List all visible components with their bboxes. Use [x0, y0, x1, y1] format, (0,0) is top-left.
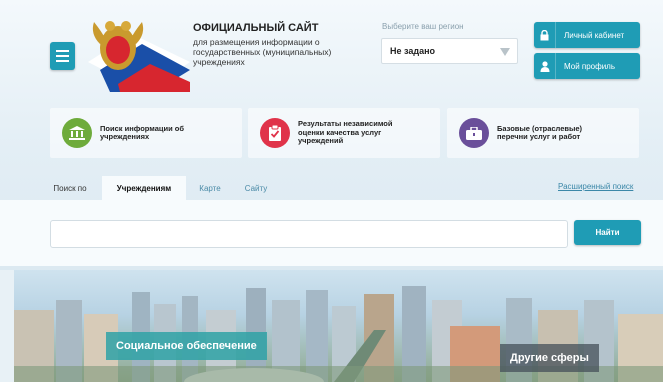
card-institution-search[interactable]: Поиск информации об учреждениях [50, 108, 242, 158]
card-label: Базовые (отраслевые) перечни услуг и раб… [497, 123, 583, 141]
russian-coat-of-arms-logo[interactable] [80, 14, 190, 92]
search-input[interactable] [50, 220, 568, 248]
banner-label-other[interactable]: Другие сферы [500, 344, 599, 372]
menu-button[interactable] [50, 42, 75, 70]
user-icon [534, 53, 556, 79]
region-value: Не задано [390, 46, 436, 56]
region-select[interactable]: Не задано [381, 38, 518, 64]
menu-icon-bar [56, 50, 69, 52]
briefcase-icon [459, 118, 489, 148]
menu-icon-bar [56, 60, 69, 62]
checklist-icon [260, 118, 290, 148]
building-icon [62, 118, 92, 148]
tab-map[interactable]: Карте [190, 176, 230, 200]
site-subtitle: для размещения информации о государствен… [193, 37, 332, 67]
search-by-label: Поиск по [53, 183, 87, 193]
my-profile-button[interactable]: Мой профиль [534, 53, 640, 79]
site-title: ОФИЦИАЛЬНЫЙ САЙТ [193, 22, 319, 34]
tab-site[interactable]: Сайту [236, 176, 276, 200]
menu-icon-bar [56, 55, 69, 57]
lock-icon [534, 22, 556, 48]
region-label: Выберите ваш регион [382, 22, 464, 31]
banner-label-social[interactable]: Социальное обеспечение [106, 332, 267, 360]
chevron-down-icon [500, 48, 510, 56]
card-label: Поиск информации об учреждениях [100, 123, 185, 141]
tab-institutions[interactable]: Учреждениям [102, 176, 186, 200]
card-quality-results[interactable]: Результаты независимой оценки качества у… [248, 108, 440, 158]
personal-cabinet-label: Личный кабинет [564, 30, 625, 40]
card-base-lists[interactable]: Базовые (отраслевые) перечни услуг и раб… [447, 108, 639, 158]
advanced-search-link[interactable]: Расширенный поиск [558, 182, 633, 191]
personal-cabinet-button[interactable]: Личный кабинет [534, 22, 640, 48]
search-button[interactable]: Найти [574, 220, 641, 245]
my-profile-label: Мой профиль [564, 61, 616, 71]
city-banner: Социальное обеспечение Другие сферы [14, 270, 663, 382]
card-label: Результаты независимой оценки качества у… [298, 119, 393, 146]
